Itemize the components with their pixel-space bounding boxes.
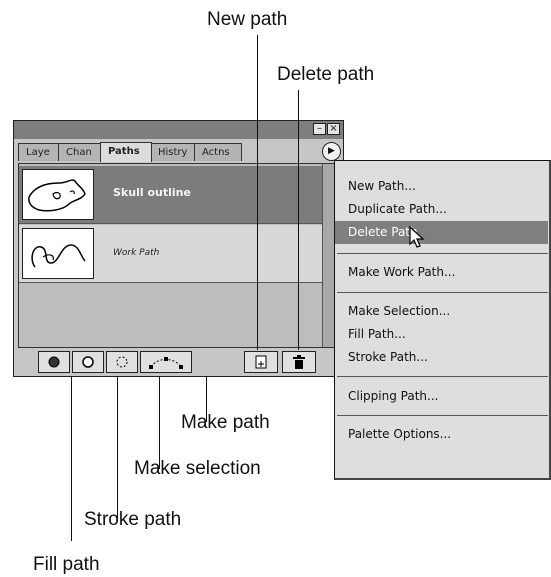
menu-item-delete-path[interactable]: Delete Path [335,221,548,244]
delete-path-leader [298,90,299,350]
menu-separator [337,415,548,416]
new-path-button[interactable] [244,351,278,373]
palette-tabs: Laye Chan Paths Histry Actns ▶ [14,142,343,162]
menu-item-duplicate-path[interactable]: Duplicate Path... [335,198,548,221]
path-row-work-path[interactable]: Work Path [19,225,323,283]
path-name: Work Path [113,248,160,258]
work-path-thumbnail-icon [31,244,86,268]
make-selection-button[interactable] [106,351,138,373]
palette-context-menu: New Path... Duplicate Path... Delete Pat… [334,160,551,480]
menu-item-new-path[interactable]: New Path... [335,175,548,198]
menu-item-make-work-path[interactable]: Make Work Path... [335,261,548,284]
make-path-icon [149,357,183,369]
stroke-path-leader [117,376,118,518]
make-path-button[interactable] [140,351,192,373]
fill-path-leader [71,376,72,541]
stroke-path-icon [82,356,94,368]
tab-actions[interactable]: Actns [194,143,242,161]
new-path-leader [257,35,258,350]
make-selection-icon [116,356,128,368]
menu-separator [337,376,548,377]
paths-list: Skull outline Work Path [18,163,340,348]
tab-paths[interactable]: Paths [100,142,152,162]
skull-outline-thumbnail-icon [28,179,86,212]
make-selection-leader [159,376,160,469]
tab-history[interactable]: Histry [150,143,196,161]
new-path-callout: New path [207,9,288,30]
palette-menu-arrow-icon[interactable]: ▶ [322,142,341,161]
menu-item-make-selection[interactable]: Make Selection... [335,300,548,323]
paths-palette: – × Laye Chan Paths Histry Actns ▶ Skull… [13,120,344,377]
menu-item-stroke-path[interactable]: Stroke Path... [335,346,548,369]
palette-title-bar[interactable]: – × [14,121,343,139]
path-name: Skull outline [113,186,191,199]
menu-item-palette-options[interactable]: Palette Options... [335,423,548,446]
fill-path-button[interactable] [38,351,70,373]
fill-path-callout: Fill path [33,554,100,575]
palette-button-bar [38,351,338,373]
close-icon[interactable]: × [327,123,340,135]
path-thumbnail [22,169,94,220]
new-path-icon [255,355,267,369]
make-path-leader [206,376,207,422]
tab-layers[interactable]: Laye [18,143,60,161]
make-selection-callout: Make selection [134,458,261,479]
path-thumbnail [22,228,94,279]
stroke-path-button[interactable] [72,351,104,373]
tab-channels[interactable]: Chan [58,143,102,161]
minimize-icon[interactable]: – [313,123,326,135]
menu-separator [337,292,548,293]
make-path-callout: Make path [181,412,270,433]
menu-item-clipping-path[interactable]: Clipping Path... [335,385,548,408]
menu-separator [337,253,548,254]
trash-icon [293,355,305,369]
path-row-skull-outline[interactable]: Skull outline [19,166,323,224]
stroke-path-callout: Stroke path [84,509,182,530]
fill-path-icon [48,356,60,368]
delete-path-button[interactable] [282,351,316,373]
mouse-pointer-icon [409,226,425,248]
delete-path-callout: Delete path [277,64,375,85]
menu-item-fill-path[interactable]: Fill Path... [335,323,548,346]
